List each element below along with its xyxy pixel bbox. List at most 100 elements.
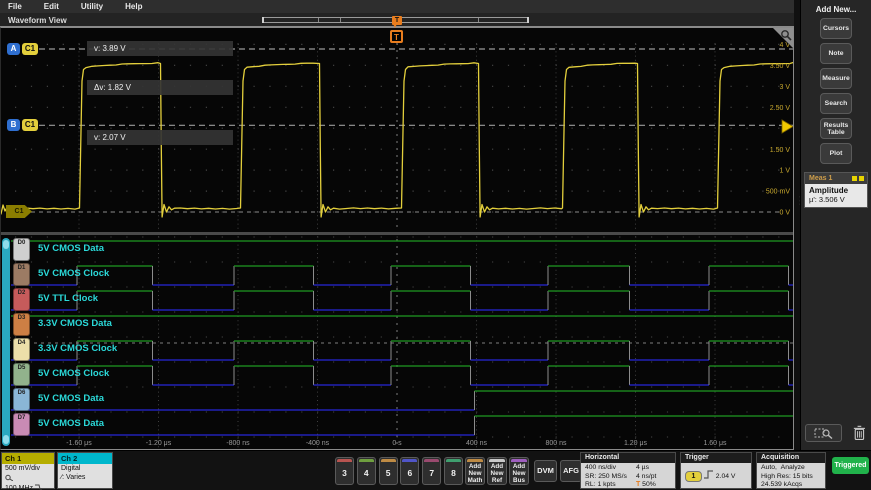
digital-channel-label: 5V CMOS Data [38,393,104,404]
horizontal-scale: 400 ns/div [585,464,616,471]
digital-channel-row: D4 3.3V CMOS Clock [1,337,795,362]
nav-left-bracket [262,17,264,23]
svg-text:-1.20 μs: -1.20 μs [146,440,172,447]
horizontal-title: Horizontal [581,453,675,463]
add-new-buttons: Cursors Note Measure Search Results Table Plo… [801,18,871,164]
meas-source-swatch [859,176,864,181]
digital-channel-label: 5V CMOS Data [38,243,104,254]
add-new-ref-button[interactable]: Add New Ref [487,457,507,485]
ch1-badge-title: Ch 1 [2,453,54,464]
measure-button[interactable]: Measure [820,68,852,89]
sample-interval: 4 ns/pt [636,473,656,482]
record-length: RL: 1 kpts [585,481,616,488]
digital-channel-label: 3.3V CMOS Clock [38,343,117,354]
svg-text:1.20 μs: 1.20 μs [624,440,648,447]
probe-icon [5,474,51,485]
zoom-mode-button[interactable] [805,424,842,442]
digital-channel-row: D55V CMOS Clock [1,362,795,387]
svg-text:3 V: 3 V [779,84,790,91]
ch1-badge[interactable]: Ch 1 500 mV/div 100 MHz [1,452,55,489]
channel-3-button[interactable]: 3 [335,457,354,485]
digital-channel-row: D1 5V CMOS Clock [1,262,795,287]
cursor-a-channel-badge[interactable]: C1 [22,43,38,55]
nav-tick [318,18,319,22]
cursor-a-badge[interactable]: A [7,43,20,55]
measurement-value: µ': 3.506 V [809,195,863,204]
digital-channel-badge-d6[interactable]: D6 [13,388,30,411]
ch2-threshold: ∕: Varies [61,474,109,483]
add-new-bus-button[interactable]: Add New Bus [509,457,529,485]
settings-bar: Ch 1 500 mV/div 100 MHz Ch 2 Digital ∕: … [0,450,871,490]
menu-file[interactable]: File [8,2,22,11]
trigger-level: 2.04 V [716,473,736,480]
results-table-button[interactable]: Results Table [820,118,852,139]
digital-channel-label: 5V CMOS Clock [38,268,109,279]
digital-channel-badge-d5[interactable]: D5 [13,363,30,386]
channel-6-button[interactable]: 6 [400,457,419,485]
waveform-graticule[interactable]: 4 V3.50 V3 V2.50 V1.50 V1 V500 mV0 V-1.6… [0,27,794,450]
channel-8-button[interactable]: 8 [444,457,463,485]
digital-channel-row: D6 5V CMOS Data [1,387,795,412]
search-button[interactable]: Search [820,93,852,114]
svg-text:-400 ns: -400 ns [306,440,330,447]
menu-help[interactable]: Help [125,2,142,11]
svg-text:2.50 V: 2.50 V [770,105,791,112]
add-new-title: Add New... [801,5,871,14]
svg-text:400 ns: 400 ns [466,440,488,447]
trash-icon[interactable] [852,424,867,442]
measurement-badge[interactable]: Meas 1 Amplitude µ': 3.506 V [804,172,868,208]
draw-zoom-corner-button[interactable] [773,28,793,48]
digital-channel-badge-d4[interactable]: D4 [13,338,30,361]
nav-tick [340,18,341,22]
ch2-badge[interactable]: Ch 2 Digital ∕: Varies [57,452,113,489]
results-bar: Add New... Cursors Note Measure Search Resul… [800,0,871,450]
cursor-a-readout: v: 3.89 V [87,41,233,56]
trigger-badge[interactable]: Trigger 1 2.04 V [680,452,752,489]
digital-channel-badge-d2[interactable]: D2 [13,288,30,311]
cursors-button[interactable]: Cursors [820,18,852,39]
magnifier-icon [780,29,792,41]
acq-mode: Auto, [761,464,777,471]
waveform-view-tab[interactable]: Waveform View [8,16,67,25]
svg-text:0 V: 0 V [779,210,790,217]
ch2-badge-title: Ch 2 [58,453,112,464]
ch2-mode: Digital [61,465,109,474]
digital-channel-badge-d0[interactable]: D0 [13,238,30,261]
sample-rate: SR: 250 MS/s [585,473,627,480]
svg-text:0 s: 0 s [392,440,402,447]
channel-4-button[interactable]: 4 [357,457,376,485]
menu-bar: File Edit Utility Help [0,0,794,13]
add-new-math-button[interactable]: Add New Math [465,457,485,485]
nav-right-bracket [527,17,529,23]
dvm-button[interactable]: DVM [534,460,557,482]
channel-7-button[interactable]: 7 [422,457,441,485]
ch1-bandwidth: 100 MHz [5,485,33,490]
trigger-time-flag[interactable]: T [390,30,403,43]
afg-button[interactable]: AFG [560,460,582,482]
svg-text:1.50 V: 1.50 V [770,147,791,154]
plot-button[interactable]: Plot [820,143,852,164]
menu-edit[interactable]: Edit [44,2,59,11]
ch1-scale: 500 mV/div [5,465,51,474]
digital-channel-row: D2 5V TTL Clock [1,287,795,312]
svg-text:800 ns: 800 ns [545,440,567,447]
menu-utility[interactable]: Utility [81,2,103,11]
digital-channel-row: D3 3.3V CMOS Data [1,312,795,337]
trigger-source-badge: 1 [685,471,702,482]
digital-channel-badge-d1[interactable]: D1 [13,263,30,286]
digital-channel-label: 3.3V CMOS Data [38,318,112,329]
digital-channel-badge-d7[interactable]: D7 [13,413,30,436]
digital-channel-label: 5V TTL Clock [38,293,98,304]
meas-source-swatch [852,176,857,181]
svg-text:-1.60 μs: -1.60 μs [66,440,92,447]
measurement-badge-header: Meas 1 [805,173,867,184]
horizontal-badge[interactable]: Horizontal 400 ns/div4 µs SR: 250 MS/s4 … [580,452,676,489]
note-button[interactable]: Note [820,43,852,64]
trigger-chevron-icon: ▾ [393,22,397,29]
channel-5-button[interactable]: 5 [379,457,398,485]
cursor-b-badge[interactable]: B [7,119,20,131]
digital-channel-badge-d3[interactable]: D3 [13,313,30,336]
cursor-b-channel-badge[interactable]: C1 [22,119,38,131]
acq-resolution: High Res: 15 bits [761,473,821,482]
acquisition-badge[interactable]: Acquisition Auto, Analyze High Res: 15 b… [756,452,826,489]
